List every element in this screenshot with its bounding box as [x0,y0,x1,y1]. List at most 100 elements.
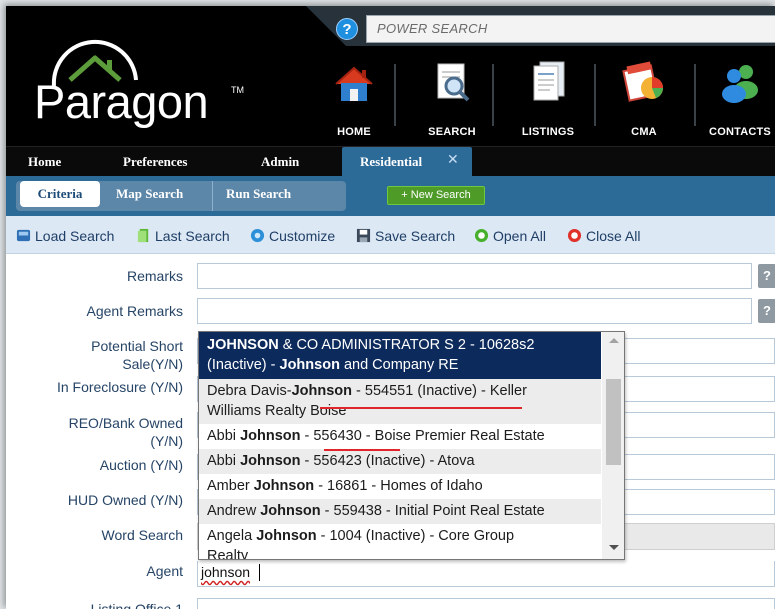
nav-cma[interactable]: CMA [608,58,680,138]
nav-divider [394,64,396,126]
help-icon[interactable]: ? [336,18,358,40]
close-all-label: Close All [586,228,641,244]
save-disk-icon [356,228,371,243]
nav-search[interactable]: SEARCH [416,58,488,138]
text-caret [259,564,260,581]
open-all-label: Open All [493,228,546,244]
option-text: and Company RE [339,357,459,373]
nav-listings[interactable]: LISTINGS [512,58,584,138]
cma-chart-icon [622,61,663,102]
tab-map-search[interactable]: Map Search [116,186,183,202]
close-all-icon [567,228,582,243]
nav-contacts[interactable]: CONTACTS [704,58,775,138]
autocomplete-option[interactable]: Amber Johnson - 16861 - Homes of Idaho [199,474,601,499]
agent-input[interactable]: johnson [197,561,775,587]
listing-office-input[interactable] [197,598,775,609]
header: ? POWER SEARCH Paragon TM HOME SEARCH LI… [6,6,775,146]
app-window: ? POWER SEARCH Paragon TM HOME SEARCH LI… [6,6,775,609]
nav-search-label: SEARCH [428,126,476,138]
option-text: Debra Davis- [207,383,292,399]
nav-listings-label: LISTINGS [521,126,575,138]
contacts-icon [722,65,758,103]
option-text: Amber [207,478,254,494]
annotation-underline [324,449,400,451]
nav-contacts-label: CONTACTS [709,126,771,138]
open-all-icon [474,228,489,243]
autocomplete-option[interactable]: Debra Davis-Johnson - 554551 (Inactive) … [199,379,601,424]
customize-button[interactable]: Customize [250,227,335,245]
agent-remarks-help-button[interactable]: ? [758,299,775,323]
logo-wordmark: Paragon [34,75,209,128]
option-match: Johnson [253,478,315,494]
remarks-help-button[interactable]: ? [758,264,775,288]
option-text: - 556423 (Inactive) - Atova [300,453,475,469]
dropdown-scrollbar[interactable] [602,332,624,559]
autocomplete-option[interactable]: Abbi Johnson - 556430 - Boise Premier Re… [199,424,601,449]
logo-trademark: TM [231,85,244,95]
option-text-line2: Realty [207,548,249,560]
close-tab-icon[interactable]: ✕ [447,151,459,168]
option-match: Johnson [291,383,353,399]
label-reo-line1: REO/Bank Owned [68,415,183,431]
tab-home[interactable]: Home [28,154,61,170]
option-text: - 16861 - Homes of Idaho [314,478,483,494]
tab-preferences[interactable]: Preferences [123,154,187,170]
autocomplete-option[interactable]: Andrew Johnson - 559438 - Initial Point … [199,499,601,524]
option-match: Johnson [260,503,321,519]
label-foreclosure: In Foreclosure (Y/N) [56,379,183,395]
close-all-button[interactable]: Close All [567,227,640,245]
scroll-down-icon[interactable] [609,545,619,550]
option-text: Andrew [207,503,261,519]
search-toolbar: Load Search Last Search Customize Save S… [6,216,775,254]
new-search-button[interactable]: + New Search [387,186,485,205]
option-text: - 556430 - Boise Premier Real Estate [300,428,545,444]
nav-home-label: HOME [337,126,371,138]
option-match: Johnson [279,357,340,373]
load-search-button[interactable]: Load Search [16,227,114,245]
tab-residential[interactable]: Residential ✕ [342,147,472,177]
remarks-input[interactable] [197,263,752,289]
scroll-thumb[interactable] [606,379,621,465]
last-search-button[interactable]: Last Search [136,227,230,245]
scroll-up-icon[interactable] [609,338,619,343]
option-match: Johnson [240,453,301,469]
option-text: Abbi [207,453,241,469]
nav-divider [492,64,494,126]
save-search-label: Save Search [375,228,456,244]
nav-divider [594,64,596,126]
open-all-button[interactable]: Open All [474,227,546,245]
tab-criteria[interactable]: Criteria [20,181,100,207]
tab-run-search[interactable]: Run Search [226,186,291,202]
label-short-sale-line2: Sale(Y/N) [122,356,183,372]
label-short-sale-line1: Potential Short [91,338,183,354]
last-search-icon [137,228,149,243]
load-search-icon [16,229,31,242]
agent-remarks-input[interactable] [197,298,752,324]
label-reo-line2: (Y/N) [150,433,183,449]
save-search-button[interactable]: Save Search [356,227,455,245]
label-agent-remarks: Agent Remarks [86,303,183,319]
nav-home[interactable]: HOME [318,58,390,138]
paragon-logo[interactable]: Paragon TM [34,36,244,136]
nav-divider [694,64,696,126]
label-auction: Auction (Y/N) [99,457,183,473]
sub-navigation: Criteria Map Search Run Search + New Sea… [6,176,775,216]
label-word-search: Word Search [101,527,183,543]
autocomplete-option[interactable]: Angela Johnson - 1004 (Inactive) - Core … [199,524,601,560]
customize-label: Customize [269,228,336,244]
agent-autocomplete-list: JOHNSON & CO ADMINISTRATOR S 2 - 10628s2… [198,331,625,560]
option-text: - 554551 (Inactive) - Keller [352,383,527,399]
gear-icon [250,228,265,243]
label-listing-office: Listing Office 1 [90,601,183,609]
option-text: Abbi [207,428,241,444]
option-match: Johnson [240,428,301,444]
option-match: JOHNSON [207,337,279,353]
tab-bar: Home Preferences Admin Residential ✕ [6,146,775,177]
tab-admin[interactable]: Admin [261,154,299,170]
power-search-input[interactable]: POWER SEARCH [366,15,775,43]
listings-icon [533,61,565,101]
option-text: - 559438 - Initial Point Real Estate [320,503,545,519]
autocomplete-option[interactable]: JOHNSON & CO ADMINISTRATOR S 2 - 10628s2… [199,332,601,379]
autocomplete-option[interactable]: Abbi Johnson - 556423 (Inactive) - Atova [199,449,601,474]
nav-cma-label: CMA [631,126,657,138]
